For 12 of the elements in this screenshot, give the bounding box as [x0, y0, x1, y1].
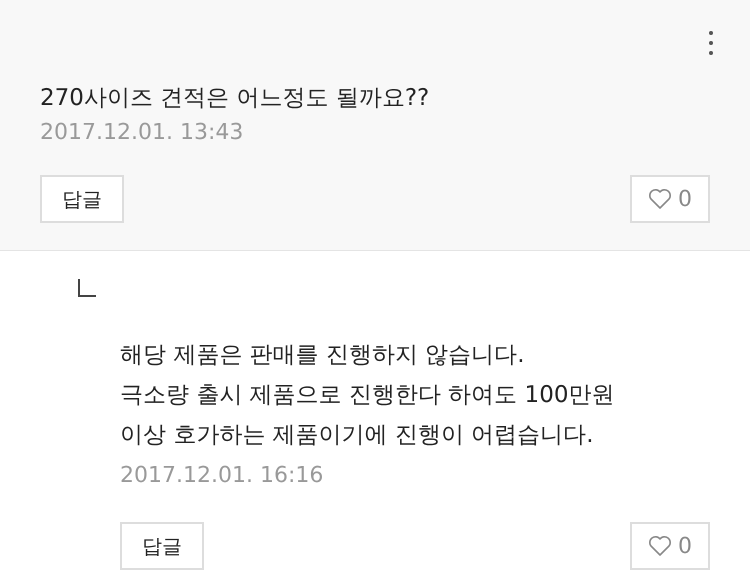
comment-date: 2017.12.01. 16:16 [120, 463, 324, 488]
like-button[interactable]: 0 [630, 175, 710, 223]
more-menu-icon[interactable] [708, 30, 714, 56]
heart-icon [648, 188, 672, 210]
reply-indent-icon [78, 279, 96, 297]
reply-button[interactable]: 답글 [40, 175, 124, 223]
heart-icon [648, 535, 672, 557]
like-button[interactable]: 0 [630, 522, 710, 570]
comment-date: 2017.12.01. 13:43 [40, 120, 244, 145]
comment-text: 270사이즈 견적은 어느정도 될까요?? [40, 84, 430, 113]
reply-button[interactable]: 답글 [120, 522, 204, 570]
comment-text: 해당 제품은 판매를 진행하지 않습니다. 극소량 출시 제품으로 진행한다 하여도 100만원 이상 호가하는 제품이기에 진행이 어렵습니다. [120, 341, 616, 450]
